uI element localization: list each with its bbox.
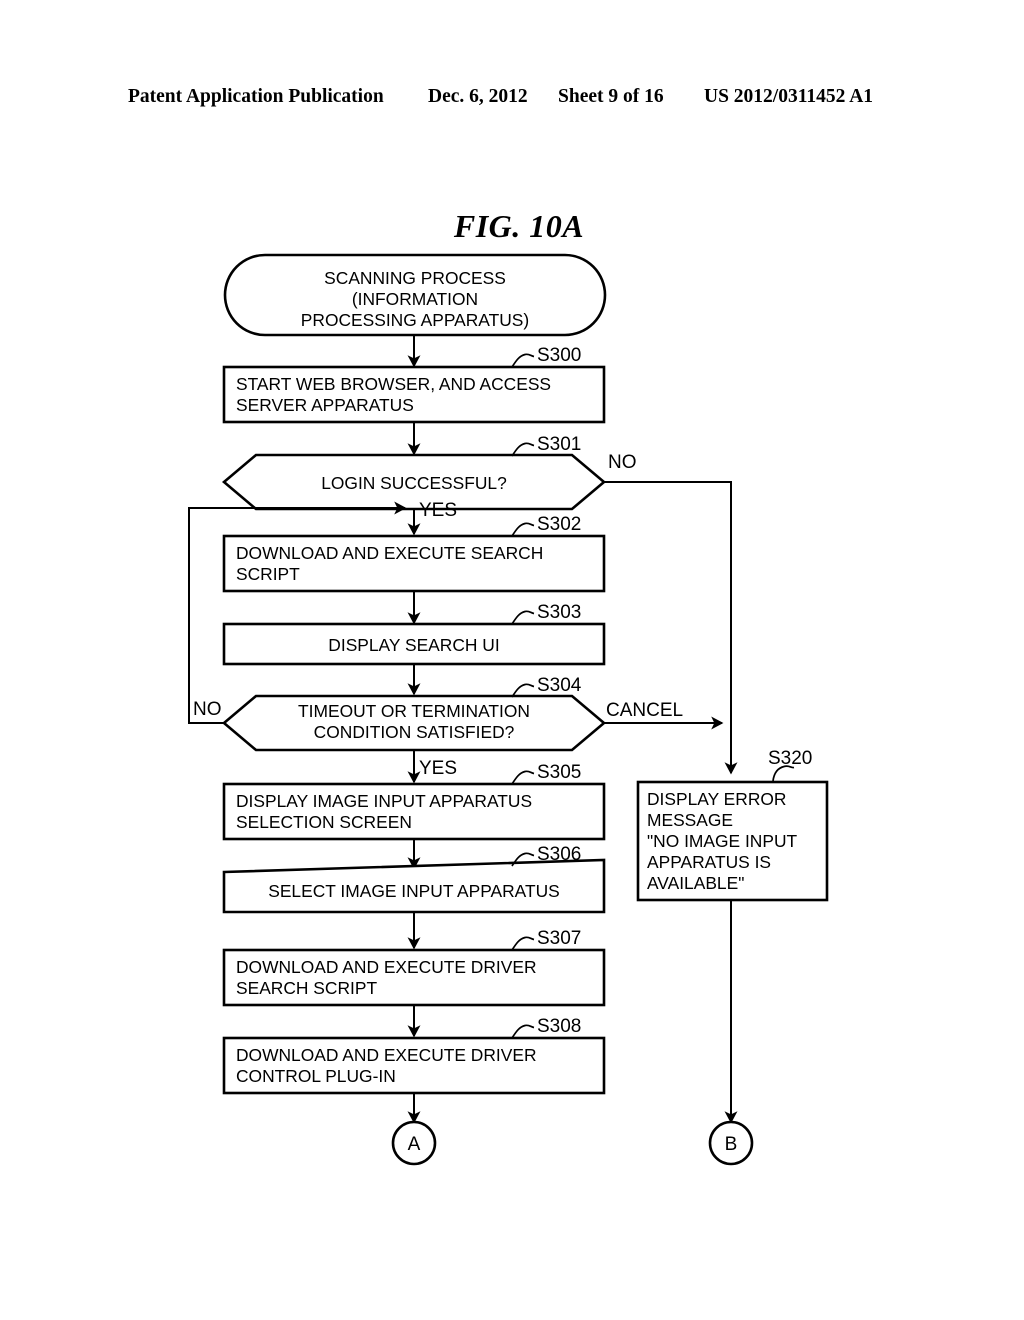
step-s300-label: S300	[537, 345, 581, 366]
step-s307-line-1: DOWNLOAD AND EXECUTE DRIVER	[236, 957, 537, 977]
start-terminator-line-3: PROCESSING APPARATUS)	[301, 310, 529, 330]
branch-label-s304-cancel: CANCEL	[606, 700, 683, 721]
step-s320-label: S320	[768, 748, 812, 769]
start-terminator: SCANNING PROCESS (INFORMATION PROCESSING…	[223, 253, 607, 337]
step-s300-leader	[511, 353, 535, 368]
step-s320-line-4: APPARATUS IS	[647, 852, 771, 872]
decision-s301-label: S301	[537, 434, 581, 455]
start-terminator-line-2: (INFORMATION	[352, 289, 478, 309]
decision-s304-label: S304	[537, 675, 582, 696]
step-s308-line-1: DOWNLOAD AND EXECUTE DRIVER	[236, 1045, 537, 1065]
step-s305-label: S305	[537, 762, 581, 783]
decision-s301-text: LOGIN SUCCESSFUL?	[321, 473, 507, 493]
flowchart-diagram: SCANNING PROCESS (INFORMATION PROCESSING…	[188, 253, 829, 1166]
step-s320-line-5: AVAILABLE"	[647, 873, 744, 893]
step-s305-line-1: DISPLAY IMAGE INPUT APPARATUS	[236, 791, 532, 811]
patent-page: Patent Application Publication Dec. 6, 2…	[0, 0, 1024, 1320]
step-s303-text: DISPLAY SEARCH UI	[328, 635, 499, 655]
connector-a: A	[391, 1120, 437, 1166]
step-s302-label: S302	[537, 514, 581, 535]
connector-b: B	[708, 1120, 754, 1166]
start-terminator-line-1: SCANNING PROCESS	[324, 268, 506, 288]
branch-label-s304-yes: YES	[419, 758, 457, 779]
decision-s304-line-1: TIMEOUT OR TERMINATION	[298, 701, 530, 721]
connector-b-text: B	[725, 1134, 738, 1155]
decision-s304-line-2: CONDITION SATISFIED?	[314, 722, 515, 742]
step-s303-leader	[511, 610, 535, 625]
step-s308-line-2: CONTROL PLUG-IN	[236, 1066, 396, 1086]
step-s307-line-2: SEARCH SCRIPT	[236, 978, 377, 998]
step-s307-label: S307	[537, 928, 581, 949]
step-s320-line-2: MESSAGE	[647, 810, 733, 830]
edge-s301-no-to-s320	[604, 481, 738, 775]
step-s307-leader	[511, 936, 535, 951]
step-s306-text: SELECT IMAGE INPUT APPARATUS	[268, 881, 560, 901]
step-s306-label: S306	[537, 844, 581, 865]
step-s305-leader	[511, 770, 535, 785]
step-s300-line-2: SERVER APPARATUS	[236, 395, 414, 415]
step-s320-line-1: DISPLAY ERROR	[647, 789, 787, 809]
step-s300-line-1: START WEB BROWSER, AND ACCESS	[236, 374, 551, 394]
step-s302-line-1: DOWNLOAD AND EXECUTE SEARCH	[236, 543, 543, 563]
step-s302-line-2: SCRIPT	[236, 564, 300, 584]
connector-a-text: A	[408, 1134, 421, 1155]
step-s308-leader	[511, 1024, 535, 1039]
branch-label-s301-yes: YES	[419, 500, 457, 521]
step-s308-label: S308	[537, 1016, 581, 1037]
step-s305-line-2: SELECTION SCREEN	[236, 812, 412, 832]
step-s320-line-3: "NO IMAGE INPUT	[647, 831, 798, 851]
step-s302-leader	[511, 522, 535, 537]
branch-label-s304-no: NO	[193, 699, 222, 720]
step-s320: DISPLAY ERROR MESSAGE "NO IMAGE INPUT AP…	[636, 748, 829, 902]
branch-label-s301-no: NO	[608, 452, 637, 473]
step-s303-label: S303	[537, 602, 581, 623]
